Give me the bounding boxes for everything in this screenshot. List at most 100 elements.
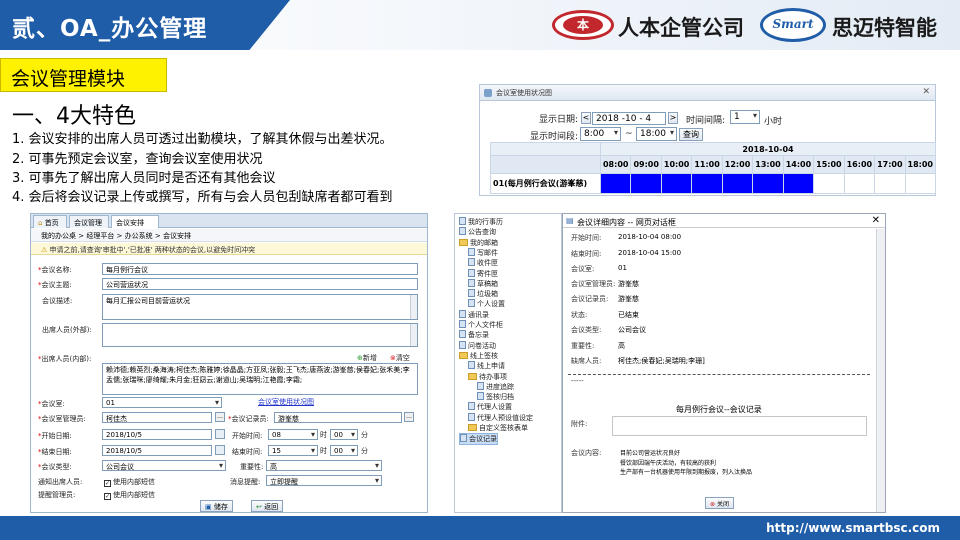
tree-item[interactable]: 代理人预设值设定: [468, 412, 533, 423]
date-picker-input[interactable]: 2018 -10 - 4: [592, 112, 666, 125]
tree-item[interactable]: 线上签核: [459, 351, 498, 361]
tree-item[interactable]: 待办事项: [468, 372, 507, 382]
internal-attendees-list[interactable]: 赖沛德;赖英烈;桑海涛;柯佳杰;陈雅婷;徐晶晶;方亚凤;张毅;王飞杰;唐燕波;游…: [102, 363, 418, 395]
booked-slot[interactable]: [599, 173, 632, 194]
start-date-input[interactable]: 2018/10/5: [102, 429, 212, 440]
hour-header-cell: 12:00: [721, 155, 754, 174]
tree-item[interactable]: 写邮件: [468, 247, 498, 258]
tree-item[interactable]: 我的行事历: [459, 217, 503, 227]
tree-item-label: 我的行事历: [468, 218, 503, 226]
record-frame: [612, 416, 867, 436]
tree-item[interactable]: 线上申请: [468, 361, 505, 371]
end-hour-select[interactable]: 15: [268, 445, 318, 456]
importance-select[interactable]: 高: [266, 460, 382, 471]
room-select[interactable]: 01: [102, 397, 222, 408]
content-line-3: 生产部有一台机器使用年限到期报废，列入汰换品: [620, 469, 753, 476]
pick-recorder-button[interactable]: …: [404, 412, 414, 422]
booked-slot[interactable]: [660, 173, 693, 194]
free-slot[interactable]: [813, 173, 845, 194]
checkbox-checked[interactable]: ✓: [104, 493, 111, 500]
tree-item[interactable]: 通讯录: [459, 309, 489, 320]
renben-logo: 本: [552, 10, 614, 40]
reminder-select[interactable]: 立即提醒: [266, 475, 382, 486]
room-usage-link[interactable]: 会议室使用状况图: [258, 397, 314, 407]
booked-slot[interactable]: [691, 173, 723, 194]
tree-item[interactable]: 问卷活动: [459, 340, 496, 351]
back-button[interactable]: ↩ 返回: [251, 500, 284, 512]
external-attendees-textarea[interactable]: [102, 323, 418, 347]
end-minute-select[interactable]: 00: [330, 445, 358, 456]
booked-slot[interactable]: [782, 173, 815, 194]
booking-label[interactable]: 01(每月例行会议(游峯慈): [490, 173, 601, 194]
calendar-icon[interactable]: [215, 429, 225, 439]
tree-item[interactable]: 个人设置: [468, 299, 505, 309]
tab-home[interactable]: ⌂ 首页: [33, 215, 67, 228]
calendar-icon[interactable]: [215, 445, 225, 455]
footer-url[interactable]: http://www.smartbsc.com: [766, 521, 940, 535]
tree-item[interactable]: 签核归档: [477, 392, 514, 402]
window-icon: [484, 89, 492, 97]
meeting-subject-label-text: 会议主题:: [41, 281, 72, 289]
detail-close-button[interactable]: ⊗ 关闭: [705, 497, 734, 509]
tree-item[interactable]: 收件匣: [468, 258, 498, 268]
booked-slot[interactable]: [721, 173, 754, 194]
close-icon[interactable]: ✕: [922, 87, 930, 97]
start-hour-select[interactable]: 08: [268, 429, 318, 440]
start-time-select[interactable]: 8:00: [580, 127, 621, 141]
close-icon[interactable]: ✕: [872, 215, 880, 226]
tab-meeting-arrange[interactable]: 会议安排: [111, 215, 159, 228]
clear-attendees-button[interactable]: ⊗清空: [390, 353, 410, 363]
detail-scrollbar[interactable]: [876, 229, 885, 512]
next-date-button[interactable]: >: [668, 112, 678, 124]
start-minute-select[interactable]: 00: [330, 429, 358, 440]
booked-slot[interactable]: [630, 173, 662, 194]
home-icon: ⌂: [38, 219, 43, 227]
meeting-subject-input[interactable]: 公司营运状况: [102, 278, 418, 290]
free-slot[interactable]: [904, 173, 937, 194]
document-icon: [468, 278, 475, 287]
tree-item[interactable]: 备忘录: [459, 330, 489, 340]
tree-item[interactable]: 自定义签核表单: [468, 423, 528, 433]
recorder-input[interactable]: 游峯慈: [274, 412, 402, 423]
room-manager-input[interactable]: 柯佳杰: [102, 412, 212, 423]
save-button[interactable]: ▣ 储存: [200, 500, 233, 512]
tree-item[interactable]: 进度追踪: [477, 381, 514, 392]
grid-corner: [490, 142, 601, 156]
tab-meeting-mgmt[interactable]: 会议管理: [69, 215, 109, 228]
meeting-desc-textarea[interactable]: 每月汇报公司目前营运状况: [102, 294, 418, 320]
prev-date-button[interactable]: <: [581, 112, 591, 124]
notify-attendees-checkbox[interactable]: ✓ 使用内部短信: [104, 477, 155, 487]
end-date-input[interactable]: 2018/10/5: [102, 445, 212, 456]
feature-item-4: 4. 会后将会议记录上传或撰写，所有与会人员包刮缺席者都可看到: [12, 190, 393, 205]
tree-item[interactable]: 垃圾箱: [468, 289, 498, 299]
tree-item[interactable]: 代理人设置: [468, 402, 512, 412]
tree-item[interactable]: 草稿箱: [468, 278, 498, 289]
record-title: 每月例行会议--会议记录: [676, 405, 762, 414]
hour-header-row: 08:00 09:00 10:00 11:00 12:00 13:00 14:00 15:00…: [490, 155, 937, 174]
scrollbar[interactable]: [410, 324, 417, 346]
interval-unit: 小时: [764, 117, 783, 127]
tree-item[interactable]: 寄件匣: [468, 268, 498, 279]
end-time-select[interactable]: 18:00: [636, 127, 677, 141]
remind-manager-option: 使用内部短信: [113, 491, 155, 499]
tree-item[interactable]: 我的邮箱: [459, 238, 498, 248]
scrollbar[interactable]: [410, 295, 417, 319]
meeting-type-select[interactable]: 公司会议: [102, 460, 226, 471]
minute-unit: 分: [361, 447, 368, 455]
interval-select[interactable]: 1: [730, 110, 760, 124]
hour-unit: 时: [320, 447, 327, 455]
pick-manager-button[interactable]: …: [215, 412, 225, 422]
add-attendee-button[interactable]: ⊕新增: [357, 353, 377, 363]
hour-header-cell: 11:00: [691, 155, 723, 174]
tree-item[interactable]: 公告查询: [459, 227, 496, 237]
free-slot[interactable]: [874, 173, 906, 194]
document-icon: [468, 412, 475, 421]
query-button[interactable]: 查询: [679, 128, 703, 141]
booked-slot[interactable]: [752, 173, 784, 194]
tree-item[interactable]: 个人文件柜: [459, 320, 503, 330]
free-slot[interactable]: [843, 173, 876, 194]
tree-item[interactable]: 会议记录: [459, 433, 498, 446]
meeting-name-input[interactable]: 每月例行会议: [102, 263, 418, 275]
checkbox-checked[interactable]: ✓: [104, 480, 111, 487]
remind-manager-checkbox[interactable]: ✓ 使用内部短信: [104, 490, 155, 500]
